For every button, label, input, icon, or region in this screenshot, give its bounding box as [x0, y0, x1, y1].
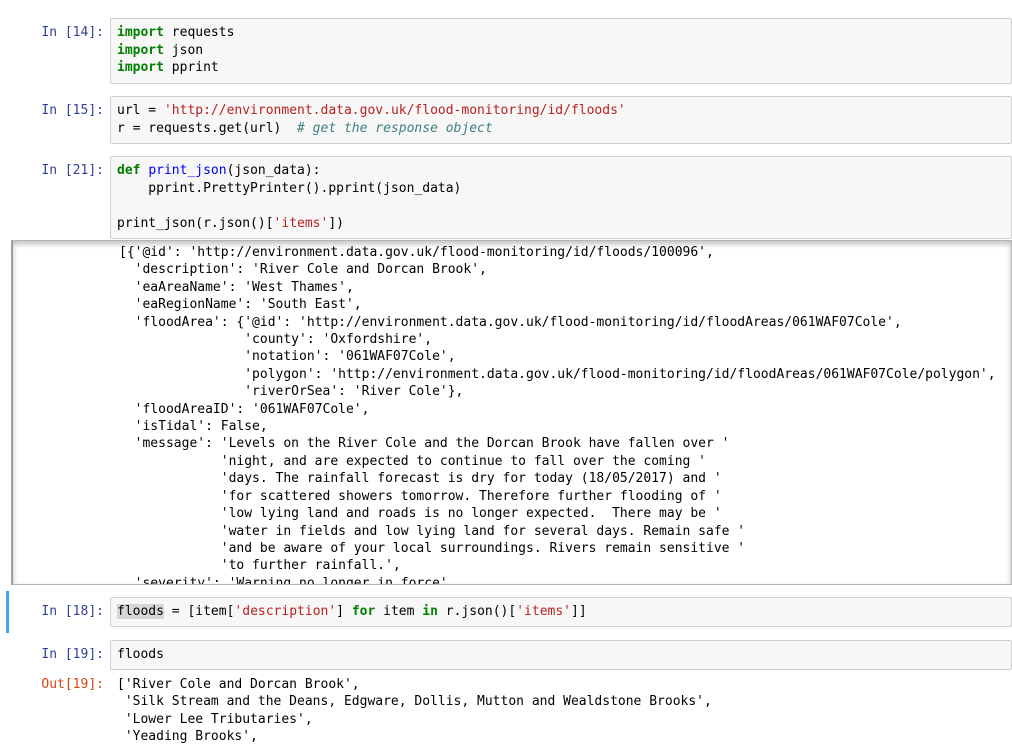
- cell-output-text: [{'@id': 'http://environment.data.gov.uk…: [119, 245, 996, 585]
- code-token: pprint: [163, 60, 219, 75]
- code-token: def: [117, 163, 141, 178]
- code-cell-18[interactable]: In [18]: floods = [item['description'] f…: [0, 591, 1012, 633]
- code-token: 'items': [516, 604, 572, 619]
- code-token: 'description': [234, 604, 337, 619]
- code-token: import: [117, 60, 164, 75]
- code-token: floods: [117, 647, 164, 662]
- code-token: # get the response object: [297, 120, 493, 136]
- code-token: import: [117, 42, 164, 58]
- code-text[interactable]: url = 'http://environment.data.gov.uk/fl…: [117, 102, 1011, 137]
- code-cell-21[interactable]: In [21]: def print_json(json_data): ppri…: [0, 156, 1012, 239]
- code-text[interactable]: floods = [item['description'] for item i…: [117, 603, 1011, 621]
- output-prompt: Out[19]:: [41, 677, 104, 692]
- code-editor[interactable]: url = 'http://environment.data.gov.uk/fl…: [110, 96, 1012, 144]
- output-scroll-area[interactable]: [{'@id': 'http://environment.data.gov.uk…: [11, 240, 1012, 585]
- code-token: (json_data):: [226, 163, 321, 178]
- code-token: print_json(r.json()[: [117, 215, 274, 231]
- code-cell-15[interactable]: In [15]: url = 'http://environment.data.…: [0, 96, 1012, 144]
- code-token: ]]: [571, 604, 587, 619]
- code-token: floods: [117, 604, 164, 619]
- code-token: print_json: [148, 163, 227, 178]
- code-token: for: [351, 604, 376, 619]
- code-token: pprint.PrettyPrinter().pprint(json_data): [117, 180, 462, 196]
- input-prompt: In [14]:: [41, 25, 104, 40]
- input-prompt: In [18]:: [41, 604, 104, 619]
- input-prompt: In [21]:: [41, 163, 104, 178]
- code-editor[interactable]: import requests import json import pprin…: [110, 18, 1012, 84]
- code-token: r = requests.get(url): [117, 120, 298, 136]
- code-token: item: [375, 604, 423, 619]
- notebook: In [14]: import requests import json imp…: [0, 0, 1012, 750]
- code-editor[interactable]: def print_json(json_data): pprint.Pretty…: [110, 156, 1012, 239]
- code-token: url =: [117, 103, 164, 118]
- code-cell-14[interactable]: In [14]: import requests import json imp…: [0, 18, 1012, 84]
- code-token: json: [163, 42, 204, 58]
- code-token: ]): [328, 215, 344, 231]
- code-text[interactable]: floods: [117, 646, 1011, 664]
- code-token: in: [422, 604, 438, 619]
- input-prompt: In [15]:: [41, 103, 104, 118]
- input-prompt: In [19]:: [41, 647, 104, 662]
- code-token: requests: [163, 25, 235, 40]
- cell-output-text: ['River Cole and Dorcan Brook', 'Silk St…: [117, 677, 712, 744]
- code-text[interactable]: import requests import json import pprin…: [117, 24, 1011, 77]
- code-token: import: [117, 25, 164, 40]
- code-token: r.json()[: [437, 604, 517, 619]
- code-token: = [item[: [163, 604, 235, 619]
- code-token: 'items': [273, 215, 329, 231]
- code-cell-19[interactable]: In [19]: floods: [0, 640, 1012, 670]
- code-editor[interactable]: floods = [item['description'] for item i…: [110, 597, 1012, 627]
- code-token: 'http://environment.data.gov.uk/flood-mo…: [163, 103, 626, 118]
- code-text[interactable]: def print_json(json_data): pprint.Pretty…: [117, 162, 1011, 232]
- code-token: ]: [336, 604, 352, 619]
- code-editor[interactable]: floods: [110, 640, 1012, 670]
